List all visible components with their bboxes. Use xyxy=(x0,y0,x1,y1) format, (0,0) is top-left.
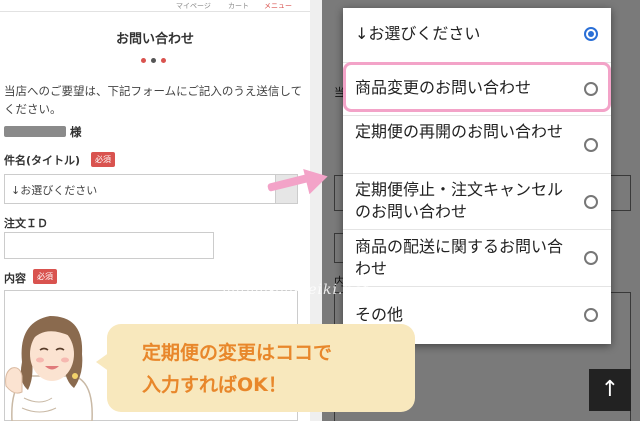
subject-select[interactable]: ↓お選びください xyxy=(4,174,276,204)
redacted-name xyxy=(4,126,66,137)
nav-menu-link[interactable]: メニュー xyxy=(264,1,292,11)
order-id-label: 注文ＩＤ xyxy=(4,217,48,230)
arrow-up-icon[interactable]: ↑ xyxy=(589,369,631,411)
dot xyxy=(141,58,146,63)
option-label: ↓お選びください xyxy=(355,24,481,43)
radio-icon[interactable] xyxy=(584,251,598,265)
nav-mypage-link[interactable]: マイページ xyxy=(176,1,211,11)
subject-label: 件名(タイトル) xyxy=(4,154,81,167)
dot xyxy=(161,58,166,63)
site-watermark: mama-ga-seiki.net xyxy=(222,282,370,298)
option-delivery[interactable]: 商品の配送に関するお問い合わせ xyxy=(343,229,611,286)
option-label: 商品の配送に関するお問い合わせ xyxy=(355,237,564,278)
option-label: 定期便停止・注文キャンセルのお問い合わせ xyxy=(355,180,564,221)
content-label: 内容 xyxy=(4,272,26,285)
required-badge: 必須 xyxy=(91,152,115,167)
order-id-input[interactable] xyxy=(4,232,214,259)
option-label: 定期便の再開のお問い合わせ xyxy=(355,122,564,141)
option-subscription-stop[interactable]: 定期便停止・注文キャンセルのお問い合わせ xyxy=(343,173,611,229)
honorific-label: 様 xyxy=(70,125,82,139)
option-please-select[interactable]: ↓お選びください xyxy=(343,8,611,62)
radio-selected-icon[interactable] xyxy=(584,27,598,41)
speech-bubble-text: 定期便の変更はココで 入力すればOK！ xyxy=(142,342,333,396)
radio-icon[interactable] xyxy=(584,195,598,209)
subject-select-value: ↓お選びください xyxy=(11,184,98,197)
radio-icon[interactable] xyxy=(584,138,598,152)
radio-icon[interactable] xyxy=(584,308,598,322)
subject-options-list: ↓お選びください 商品変更のお問い合わせ 定期便の再開のお問い合わせ 定期便停止… xyxy=(343,8,611,344)
nav-cart-link[interactable]: カート xyxy=(228,1,249,11)
option-label: その他 xyxy=(355,305,404,324)
option-subscription-resume[interactable]: 定期便の再開のお問い合わせ xyxy=(343,115,611,173)
option-highlight-frame xyxy=(343,62,611,112)
page-title: お問い合わせ xyxy=(115,32,194,47)
nav-divider xyxy=(0,11,310,12)
required-badge: 必須 xyxy=(33,269,57,284)
intro-text: 当店へのご要望は、下記フォームにご記入のうえ送信してください。 xyxy=(4,84,303,116)
mascot-woman-illustration xyxy=(5,316,93,421)
title-decoration-dots xyxy=(141,58,166,63)
dot xyxy=(151,58,156,63)
